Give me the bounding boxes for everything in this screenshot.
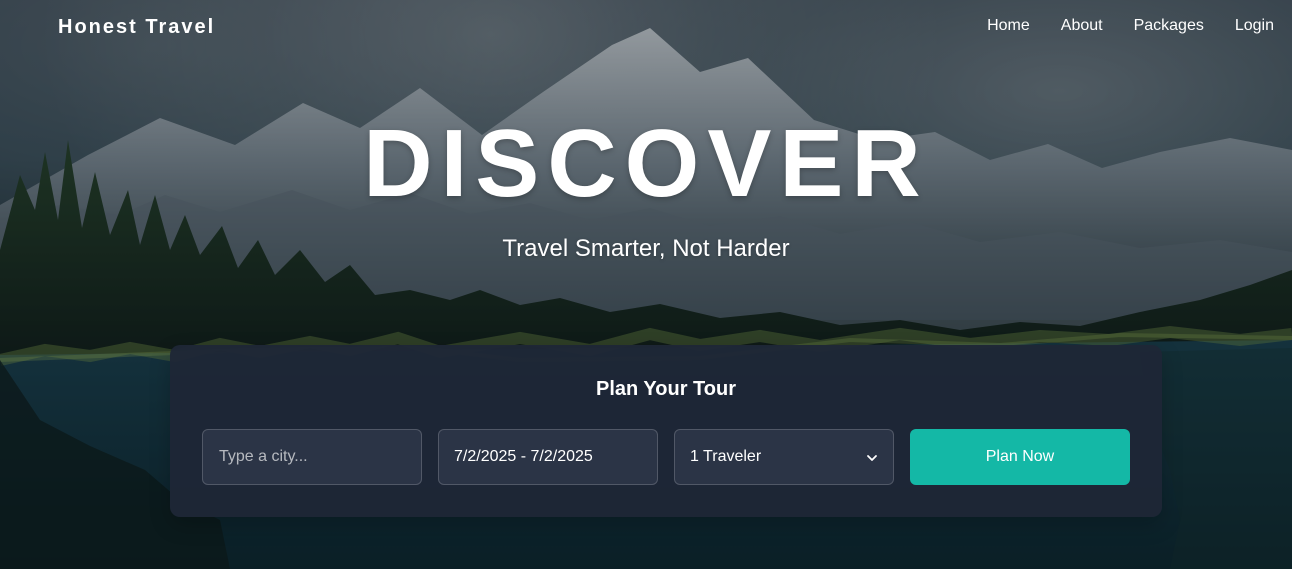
brand-logo: Honest Travel bbox=[58, 16, 216, 38]
hero-title: DISCOVER bbox=[363, 110, 929, 217]
top-navigation: Honest Travel Home About Packages Login bbox=[0, 0, 1292, 56]
trip-planner-panel: Plan Your Tour 7/2/2025 - 7/2/2025 1 Tra… bbox=[170, 345, 1162, 517]
nav-link-login[interactable]: Login bbox=[1235, 18, 1274, 34]
date-range-field[interactable]: 7/2/2025 - 7/2/2025 bbox=[438, 429, 658, 485]
nav-link-about[interactable]: About bbox=[1061, 18, 1103, 34]
nav-link-packages[interactable]: Packages bbox=[1134, 18, 1204, 34]
nav-link-home[interactable]: Home bbox=[987, 18, 1030, 34]
traveler-value: 1 Traveler bbox=[690, 448, 762, 465]
date-range-value: 7/2/2025 - 7/2/2025 bbox=[454, 448, 593, 465]
city-input[interactable] bbox=[202, 429, 422, 485]
planner-title: Plan Your Tour bbox=[595, 378, 736, 400]
traveler-select[interactable]: 1 Traveler bbox=[674, 429, 894, 485]
plan-now-button[interactable]: Plan Now bbox=[910, 429, 1130, 485]
nav-links: Home About Packages Login bbox=[987, 18, 1274, 34]
hero-section: Honest Travel Home About Packages Login … bbox=[0, 0, 1292, 569]
chevron-down-icon bbox=[866, 451, 878, 463]
hero-subtitle: Travel Smarter, Not Harder bbox=[502, 235, 790, 262]
